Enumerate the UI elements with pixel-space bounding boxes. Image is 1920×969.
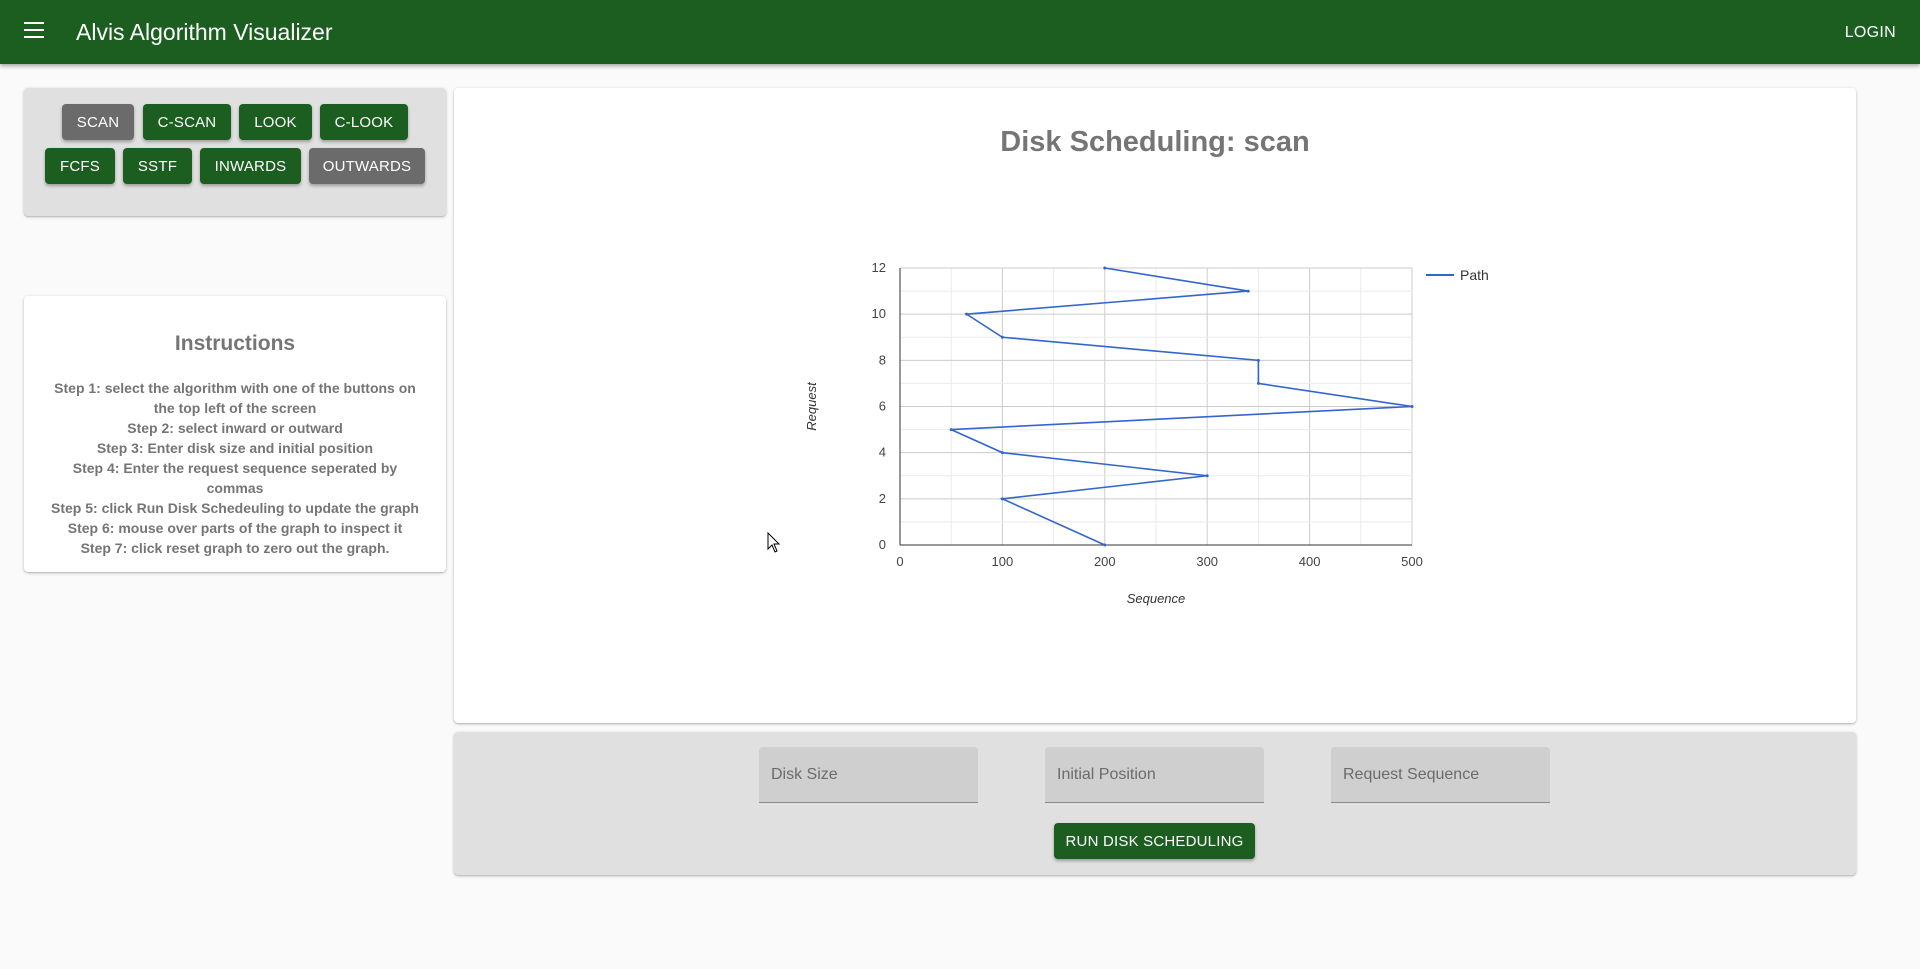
disk-size-field bbox=[759, 747, 978, 803]
input-form-panel: RUN DISK SCHEDULING bbox=[454, 732, 1856, 875]
y-tick-label: 6 bbox=[879, 399, 886, 414]
instruction-step: Step 3: Enter disk size and initial posi… bbox=[96, 440, 374, 456]
instruction-step: Step 5: click Run Disk Schedeuling to up… bbox=[51, 500, 419, 516]
x-axis-label: Sequence bbox=[1127, 591, 1186, 606]
y-tick-label: 12 bbox=[872, 260, 886, 275]
instructions-title: Instructions bbox=[174, 332, 296, 355]
x-tick-label: 100 bbox=[992, 554, 1014, 569]
data-point bbox=[1103, 543, 1107, 547]
sstf-button[interactable]: SSTF bbox=[123, 148, 192, 184]
algorithm-selector-panel: SCAN C-SCAN LOOK C-LOOK FCFS SSTF INWARD… bbox=[24, 88, 446, 216]
data-point bbox=[1103, 266, 1107, 270]
data-point bbox=[965, 312, 969, 316]
menu-icon[interactable] bbox=[24, 22, 46, 40]
y-tick-label: 10 bbox=[872, 306, 886, 321]
initial-position-input[interactable] bbox=[1045, 747, 1264, 802]
data-point bbox=[949, 428, 953, 432]
data-point bbox=[1205, 474, 1209, 478]
disk-size-input[interactable] bbox=[759, 747, 978, 802]
chart-panel: Disk Scheduling: scan 0 100 200 300 400 500 0 2… bbox=[454, 88, 1856, 723]
x-tick-label: 400 bbox=[1299, 554, 1321, 569]
instruction-step: Step 2: select inward or outward bbox=[127, 420, 343, 436]
y-tick-label: 0 bbox=[879, 537, 886, 552]
look-button[interactable]: LOOK bbox=[239, 104, 312, 140]
legend-label: Path bbox=[1460, 267, 1489, 283]
c-scan-button[interactable]: C-SCAN bbox=[143, 104, 231, 140]
instruction-step: Step 1: select the algorithm with one of… bbox=[54, 380, 416, 416]
login-button[interactable]: LOGIN bbox=[1845, 24, 1896, 42]
data-point bbox=[1410, 405, 1414, 408]
request-sequence-field bbox=[1331, 747, 1550, 803]
x-tick-label: 300 bbox=[1196, 554, 1218, 569]
instruction-step: Step 6: mouse over parts of the graph to… bbox=[67, 520, 403, 536]
x-tick-label: 500 bbox=[1401, 554, 1423, 569]
instructions-panel: Instructions Step 1: select the algorith… bbox=[24, 296, 446, 572]
y-tick-label: 4 bbox=[879, 445, 886, 460]
run-disk-scheduling-button[interactable]: RUN DISK SCHEDULING bbox=[1054, 823, 1255, 859]
initial-position-field bbox=[1045, 747, 1264, 803]
y-tick-label: 8 bbox=[879, 352, 886, 367]
data-point bbox=[1256, 358, 1260, 362]
data-point bbox=[1000, 497, 1004, 501]
request-sequence-input[interactable] bbox=[1331, 747, 1550, 802]
x-tick-label: 0 bbox=[896, 554, 903, 569]
y-axis-label: Request bbox=[804, 381, 819, 431]
fcfs-button[interactable]: FCFS bbox=[45, 148, 115, 184]
data-point bbox=[1000, 335, 1004, 339]
data-point bbox=[1000, 451, 1004, 455]
app-title: Alvis Algorithm Visualizer bbox=[76, 19, 333, 45]
data-point bbox=[1256, 381, 1260, 385]
instruction-step: Step 7: click reset graph to zero out th… bbox=[80, 540, 390, 556]
instructions-list: Step 1: select the algorithm with one of… bbox=[46, 378, 424, 558]
inwards-button[interactable]: INWARDS bbox=[200, 148, 301, 184]
mouse-cursor-icon bbox=[767, 532, 781, 553]
instruction-step: Step 4: Enter the request sequence seper… bbox=[72, 460, 398, 496]
x-tick-label: 200 bbox=[1094, 554, 1116, 569]
app-bar: Alvis Algorithm Visualizer LOGIN bbox=[0, 0, 1920, 64]
data-point bbox=[1246, 289, 1250, 293]
c-look-button[interactable]: C-LOOK bbox=[320, 104, 408, 140]
scan-button[interactable]: SCAN bbox=[62, 104, 134, 140]
disk-scheduling-chart[interactable]: 0 100 200 300 400 500 0 2 4 6 8 10 12 Sequence Request… bbox=[454, 88, 1856, 723]
outwards-button[interactable]: OUTWARDS bbox=[309, 148, 425, 184]
y-tick-label: 2 bbox=[879, 491, 886, 506]
